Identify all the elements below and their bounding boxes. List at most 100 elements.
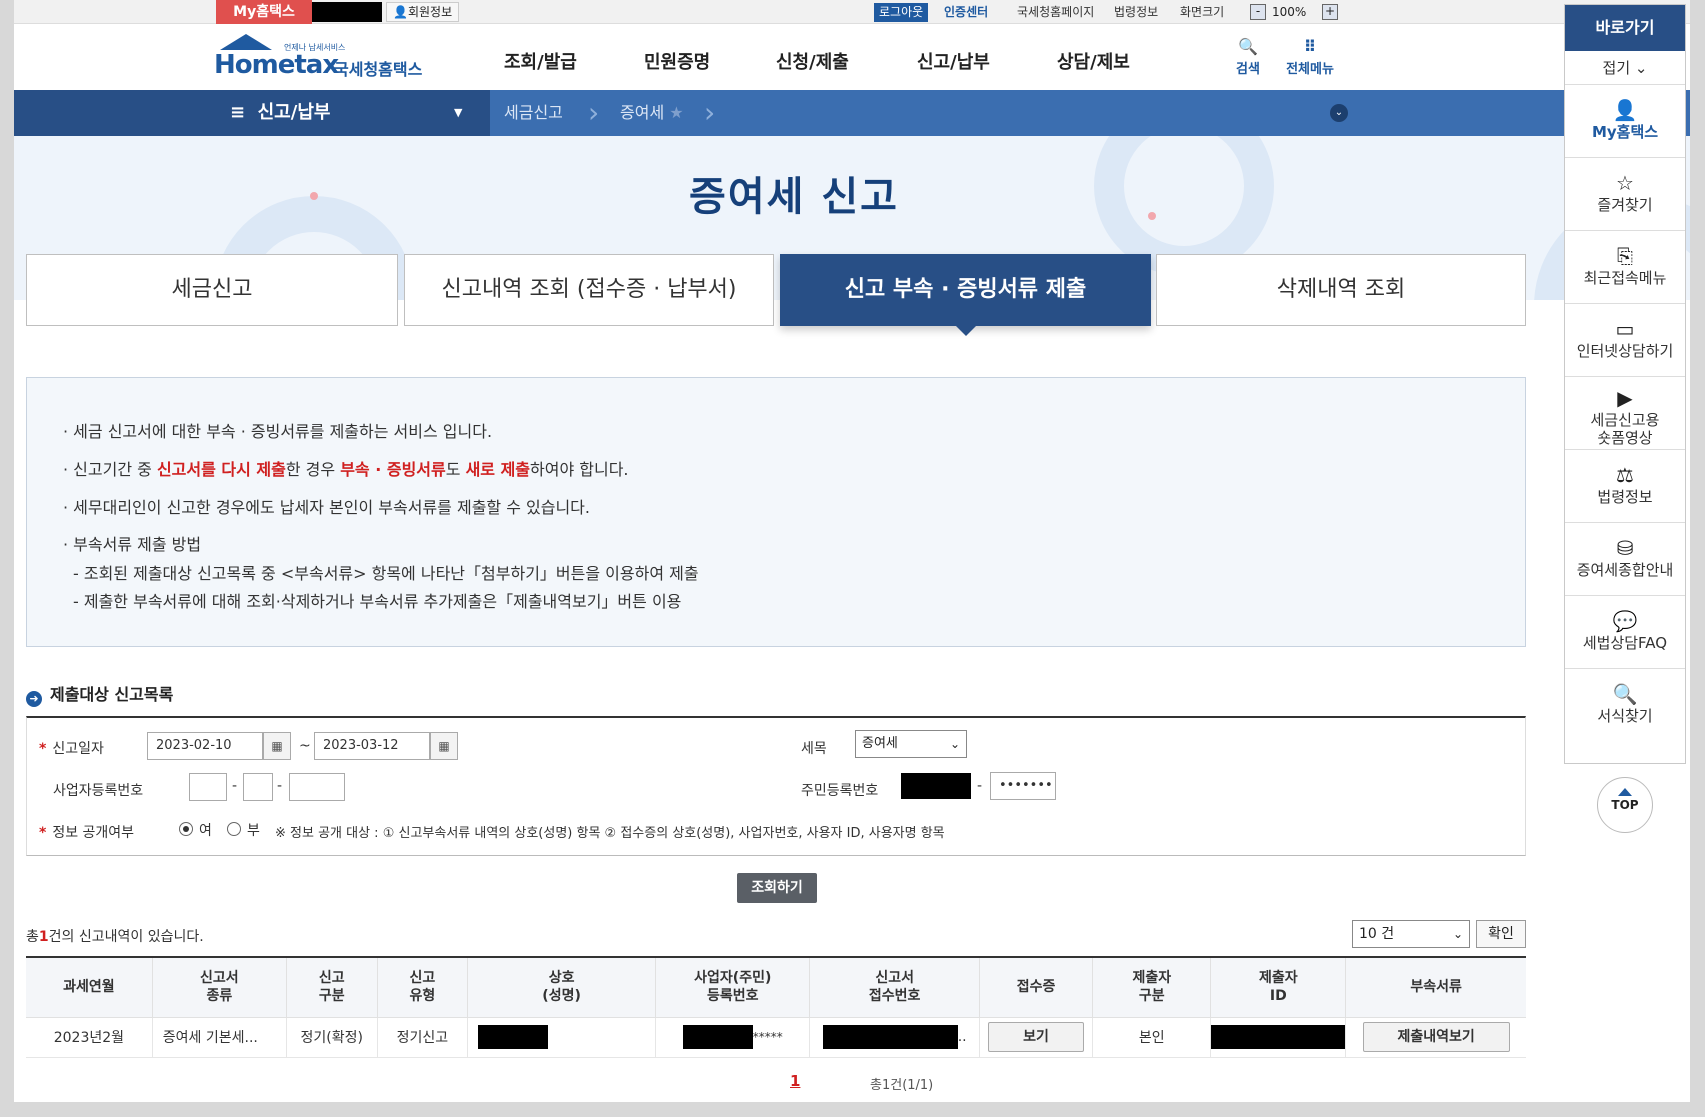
col-header: 신고 구분 [285,957,378,1018]
view-receipt-button[interactable]: 보기 [988,1022,1084,1052]
zoom-out-button[interactable]: - [1250,4,1266,20]
header-search-label: 검색 [1236,62,1260,77]
disclose-label-text: 정보 공개여부 [52,825,135,841]
cell-submitter-id [1210,1016,1347,1058]
play-icon: ▶ [1617,386,1633,410]
quick-form-search[interactable]: 🔍 서식찾기 [1565,669,1685,742]
info-line: - 제출한 부속서류에 대해 조회·삭제하거나 부속서류 추가제출은「제출내역보… [73,592,682,611]
nts-homepage-link[interactable]: 국세청홈페이지 [1017,3,1094,22]
biz-number-part3-input[interactable] [289,773,345,801]
gnb-inquiry[interactable]: 조회/발급 [504,48,577,74]
all-menu-button[interactable]: ⠿ 전체메뉴 [1280,36,1340,77]
info-line: · 신고기간 중 신고서를 다시 제출한 경우 부속 · 증빙서류도 새로 제출… [63,456,629,480]
member-info-button[interactable]: 👤회원정보 [386,2,460,22]
quick-menu-title: 바로가기 [1565,5,1685,51]
scroll-top-button[interactable]: TOP [1597,777,1653,833]
tax-type-label: 세목 [801,741,827,757]
info-highlight: 부속 · 증빙서류 [340,460,446,479]
tab-tax-filing[interactable]: 세금신고 [26,254,398,326]
cell-receipt-number: .. [809,1016,980,1058]
search-button[interactable]: 조회하기 [737,873,817,903]
quick-favorites[interactable]: ☆ 즐겨찾기 [1565,158,1685,231]
date-to-input[interactable]: 2023-03-12 [314,732,430,760]
info-box: · 세금 신고서에 대한 부속 · 증빙서류를 제출하는 서비스 입니다. · … [26,377,1526,647]
disclose-no-radio[interactable] [227,822,241,836]
gnb-certificate[interactable]: 민원증명 [644,48,710,74]
date-label: * 신고일자 [39,741,104,757]
page-size-value: 10 건 [1359,926,1395,942]
calendar-icon[interactable]: ▦ [430,732,458,760]
breadcrumb-item-tax-filing[interactable]: 세금신고 [504,90,563,136]
quick-item-label: 서식찾기 [1597,707,1653,725]
calendar-icon[interactable]: ▦ [263,732,291,760]
hometax-logo[interactable]: 언제나 납세서비스 Hometax 국세청홈택스 [214,34,444,84]
tab-attachment-submit[interactable]: 신고 부속 · 증빙서류 제출 [780,254,1151,336]
col-header: 제출자 ID [1210,957,1347,1018]
cell-type: 정기신고 [376,1016,469,1058]
gnb-filing[interactable]: 신고/납부 [917,48,990,74]
date-separator: ~ [299,738,311,754]
quick-law-info[interactable]: ⚖ 법령정보 [1565,450,1685,523]
chevron-down-icon[interactable]: ⌄ [1330,104,1348,122]
favorite-star-icon[interactable]: ★ [669,103,683,122]
breadcrumb-item-gift-tax[interactable]: 증여세 ★ [620,90,684,136]
date-label-text: 신고일자 [52,741,104,757]
user-icon: 👤 [393,5,408,19]
rrn-label: 주민등록번호 [801,783,879,799]
gnb-application[interactable]: 신청/제출 [776,48,849,74]
date-from-input[interactable]: 2023-02-10 [147,732,263,760]
speech-bubble-icon: 💬 [1612,609,1638,633]
col-header: 과세연월 [26,957,153,1018]
disclose-yes-radio[interactable] [179,822,193,836]
quick-online-consult[interactable]: ▭ 인터넷상담하기 [1565,304,1685,377]
section-title: ➜ 제출대상 신고목록 [26,681,173,707]
confirm-button[interactable]: 확인 [1476,920,1526,948]
logo-name: Hometax [214,50,339,80]
breadcrumb-separator-icon: › [704,96,716,129]
quick-item-label: 즐겨찾기 [1597,196,1653,214]
quick-my-hometax[interactable]: 👤 My홈택스 [1565,85,1685,158]
zoom-in-button[interactable]: + [1322,4,1338,20]
biz-number-label: 사업자등록번호 [53,783,144,799]
info-text: · 신고기간 중 [63,460,157,479]
section-title-label: 제출대상 신고목록 [50,685,174,704]
breadcrumb-separator-icon: › [588,96,600,129]
pagination-current[interactable]: 1 [790,1072,800,1090]
quick-item-label: 세법상담FAQ [1582,634,1668,652]
quick-menu: 바로가기 접기 ⌄ 👤 My홈택스 ☆ 즐겨찾기 ⎘ 최근접속메뉴 ▭ 인터넷상담하기 … [1564,4,1686,764]
quick-gift-tax-guide[interactable]: ⛁ 증여세종합안내 [1565,523,1685,596]
chevron-down-icon: ⌄ [1452,927,1463,941]
my-hometax-link[interactable]: My홈택스 [216,0,312,24]
gnb-consult[interactable]: 상담/제보 [1057,48,1130,74]
redacted-rrn-front [901,773,971,799]
dash-separator: - [277,778,283,794]
cert-center-link[interactable]: 인증센터 [944,3,988,22]
receipt-number-suffix: .. [957,1029,967,1045]
logout-button[interactable]: 로그아웃 [874,3,929,22]
caret-down-icon[interactable]: ▼ [454,90,462,136]
breadcrumb-menu[interactable]: ≡ 신고/납부 [230,90,330,136]
quick-shortform-video[interactable]: ▶ 세금신고용 숏폼영상 [1565,377,1685,450]
dash-separator: - [977,778,983,794]
tab-filing-history[interactable]: 신고내역 조회 (접수증 · 납부서) [404,254,774,326]
tab-deleted-history[interactable]: 삭제내역 조회 [1156,254,1526,326]
biz-number-part2-input[interactable] [243,773,273,801]
quick-item-label: 증여세종합안내 [1576,561,1674,579]
law-info-link[interactable]: 법령정보 [1114,3,1158,22]
rrn-back-input[interactable]: ••••••• [990,772,1056,800]
quick-tax-faq[interactable]: 💬 세법상담FAQ [1565,596,1685,669]
tax-type-select[interactable]: 증여세 ⌄ [855,730,967,758]
cell-period: 2023년2월 [26,1016,153,1058]
result-count: 총1건의 신고내역이 있습니다. [26,926,204,946]
submission-history-button[interactable]: 제출내역보기 [1362,1022,1510,1052]
chevron-down-icon: ⌄ [949,737,960,751]
gavel-icon: ⚖ [1616,463,1634,487]
quick-recent-menu[interactable]: ⎘ 최근접속메뉴 [1565,231,1685,304]
grid-menu-icon: ⠿ [1303,37,1317,56]
table-header-row: 과세연월 신고서 종류 신고 구분 신고 유형 상호 (성명) 사업자(주민) … [26,957,1526,1018]
quick-menu-fold-button[interactable]: 접기 ⌄ [1565,51,1685,85]
all-menu-label: 전체메뉴 [1286,62,1334,77]
biz-number-part1-input[interactable] [189,773,227,801]
page-size-select[interactable]: 10 건 ⌄ [1352,920,1470,948]
header-search-button[interactable]: 🔍 검색 [1218,36,1278,77]
